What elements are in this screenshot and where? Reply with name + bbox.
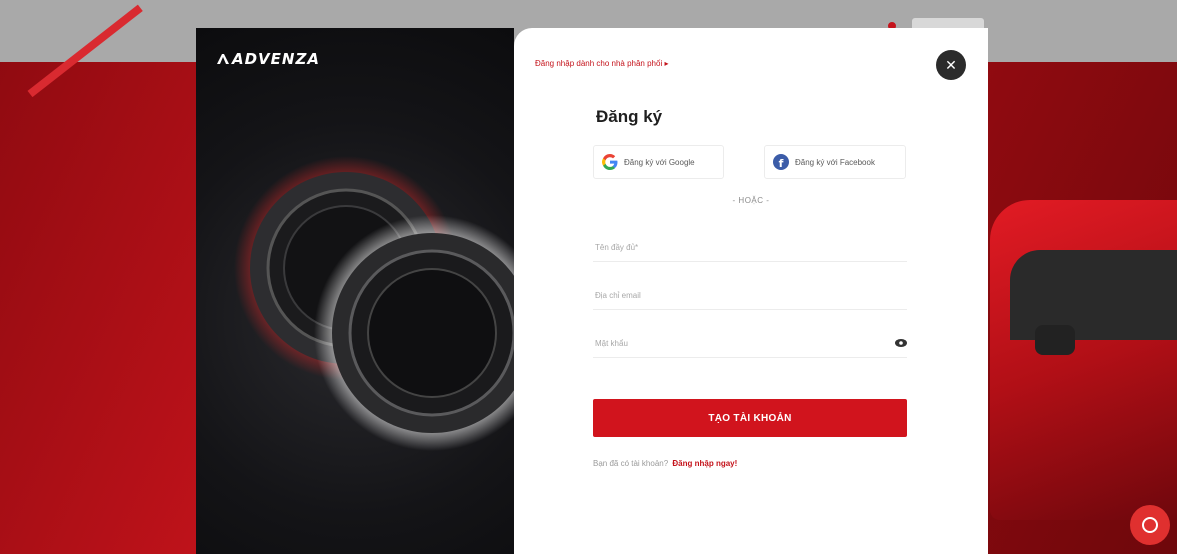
google-signup-label: Đăng ký với Google xyxy=(624,157,695,167)
distributor-login-link[interactable]: Đăng nhập dành cho nhà phân phối ▸ xyxy=(535,59,668,68)
chat-icon xyxy=(1142,517,1158,533)
login-prompt-text: Bạn đã có tài khoản? xyxy=(593,459,669,468)
google-icon xyxy=(602,154,618,170)
tires-illustration xyxy=(234,156,514,451)
facebook-icon: f xyxy=(773,154,789,170)
eye-icon[interactable] xyxy=(895,339,907,347)
background-car-image xyxy=(990,200,1177,520)
car-window xyxy=(1010,250,1177,340)
car-mirror xyxy=(1035,325,1075,355)
login-prompt: Bạn đã có tài khoản? Đăng nhập ngay! xyxy=(593,459,737,468)
close-button[interactable]: ✕ xyxy=(936,50,966,80)
facebook-signup-label: Đăng ký với Facebook xyxy=(795,157,875,167)
password-field[interactable] xyxy=(593,330,907,358)
full-name-field[interactable] xyxy=(593,234,907,262)
email-field[interactable] xyxy=(593,282,907,310)
login-link[interactable]: Đăng nhập ngay! xyxy=(672,459,737,468)
close-icon: ✕ xyxy=(945,56,957,73)
or-divider: - HOẶC - xyxy=(732,196,770,205)
create-account-button[interactable]: TẠO TÀI KHOẢN xyxy=(593,399,907,437)
modal-promo-panel: ADVENZA xyxy=(196,28,514,554)
facebook-signup-button[interactable]: f Đăng ký với Facebook xyxy=(764,145,906,179)
page-title: Đăng ký xyxy=(596,107,663,126)
chat-button[interactable] xyxy=(1130,505,1170,545)
google-signup-button[interactable]: Đăng ký với Google xyxy=(593,145,724,179)
signup-modal: Đăng nhập dành cho nhà phân phối ▸ ✕ Đăn… xyxy=(514,28,988,554)
